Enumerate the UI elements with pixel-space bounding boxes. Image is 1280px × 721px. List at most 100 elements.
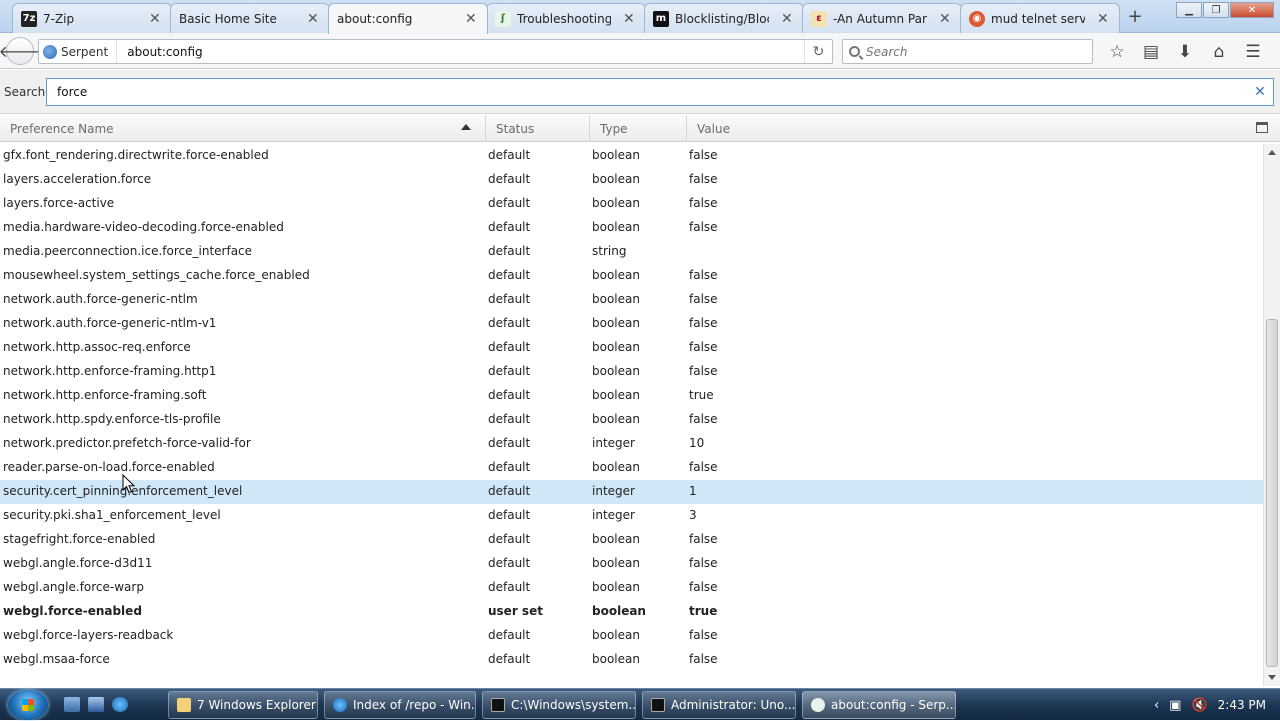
home-button[interactable]: ⌂	[1202, 39, 1236, 65]
tab-troubleshooting[interactable]: ʃ Troubleshooting I ✕	[486, 3, 646, 33]
web-search-input[interactable]	[866, 44, 1076, 59]
preference-name-cell: webgl.msaa-force	[3, 652, 110, 666]
bookmarks-list-icon: ▤	[1142, 42, 1160, 62]
preference-row[interactable]: webgl.force-enabled user set boolean true	[0, 600, 1263, 624]
new-tab-button[interactable]: +	[1124, 4, 1146, 28]
network-icon[interactable]: ▣	[1169, 698, 1181, 713]
tab-mud-telnet[interactable]: ◉ mud telnet server ✕	[960, 3, 1120, 33]
preference-row[interactable]: security.cert_pinning.enforcement_level d…	[0, 480, 1263, 504]
preference-row[interactable]: reader.parse-on-load.force-enabled defaul…	[0, 456, 1263, 480]
scrollbar-thumb[interactable]	[1266, 319, 1278, 667]
preference-type-cell: integer	[592, 436, 635, 450]
url-bar[interactable]: Serpent about:config ↻	[38, 39, 833, 64]
close-window-button[interactable]: ✕	[1230, 2, 1274, 18]
tab-autumn-para[interactable]: ε -An Autumn Para ✕	[802, 3, 962, 33]
preference-type-cell: boolean	[592, 364, 640, 378]
preference-row[interactable]: network.predictor.prefetch-force-valid-f…	[0, 432, 1263, 456]
maximize-button[interactable]: ❐	[1203, 2, 1229, 18]
clear-search-icon[interactable]: ✕	[1247, 84, 1273, 100]
preference-type-cell: integer	[592, 508, 635, 522]
taskbar-administrator[interactable]: Administrator: Uno...	[642, 691, 796, 719]
column-picker-icon[interactable]	[1256, 122, 1268, 133]
preference-status-cell: default	[488, 484, 531, 498]
vertical-scrollbar[interactable]	[1263, 144, 1280, 686]
taskbar-index-of-repo[interactable]: Index of /repo - Win...	[324, 691, 476, 719]
close-tab-icon[interactable]: ✕	[149, 11, 161, 27]
preference-row[interactable]: media.hardware-video-decoding.force-enab…	[0, 216, 1263, 240]
preference-type-cell: boolean	[592, 148, 640, 162]
close-tab-icon[interactable]: ✕	[465, 11, 477, 27]
volume-muted-icon[interactable]: 🔇	[1191, 698, 1207, 713]
preference-type-cell: boolean	[592, 580, 640, 594]
preference-row[interactable]: network.http.spdy.enforce-tls-profile def…	[0, 408, 1263, 432]
preference-row[interactable]: media.peerconnection.ice.force_interface…	[0, 240, 1263, 264]
taskbar-clock[interactable]: 2:43 PM	[1218, 698, 1266, 712]
preference-row[interactable]: network.http.assoc-req.enforce default boo…	[0, 336, 1263, 360]
hamburger-menu-icon: ☰	[1245, 42, 1261, 62]
scroll-down-icon[interactable]	[1268, 675, 1276, 680]
config-search-input[interactable]	[47, 85, 1247, 99]
preference-name-cell: media.hardware-video-decoding.force-enab…	[3, 220, 284, 234]
internet-explorer-icon[interactable]	[112, 697, 128, 712]
preference-status-cell: default	[488, 628, 531, 642]
reload-button[interactable]: ↻	[804, 40, 832, 63]
preference-name-cell: network.http.enforce-framing.soft	[3, 388, 207, 402]
close-tab-icon[interactable]: ✕	[623, 11, 635, 27]
preference-row[interactable]: network.http.enforce-framing.http1 defaul…	[0, 360, 1263, 384]
preference-row[interactable]: gfx.font_rendering.directwrite.force-ena…	[0, 144, 1263, 168]
taskbar-windows-explorer[interactable]: 7 Windows Explorer	[168, 691, 318, 719]
preference-value-cell: false	[689, 220, 718, 234]
switch-windows-icon[interactable]	[88, 697, 104, 712]
column-header-preference-name[interactable]: Preference Name	[0, 115, 486, 142]
preference-row[interactable]: network.auth.force-generic-ntlm default bo…	[0, 288, 1263, 312]
show-desktop-icon[interactable]	[64, 697, 80, 712]
tab-label: Troubleshooting I	[517, 11, 611, 26]
minimize-button[interactable]: ▁	[1176, 2, 1202, 18]
column-header-type[interactable]: Type	[590, 115, 687, 142]
preference-row[interactable]: stagefright.force-enabled default boolean f…	[0, 528, 1263, 552]
preference-name-cell: media.peerconnection.ice.force_interface	[3, 244, 253, 258]
preference-row[interactable]: network.auth.force-generic-ntlm-v1 defaul…	[0, 312, 1263, 336]
tab-basic-home-site[interactable]: Basic Home Site ✕	[170, 3, 330, 33]
preference-type-cell: boolean	[592, 292, 640, 306]
preference-row[interactable]: layers.acceleration.force default boolean f…	[0, 168, 1263, 192]
close-tab-icon[interactable]: ✕	[939, 11, 951, 27]
preference-row[interactable]: webgl.angle.force-d3d11 default boolean fal…	[0, 552, 1263, 576]
tab-about-config[interactable]: about:config ✕	[328, 3, 488, 34]
close-tab-icon[interactable]: ✕	[307, 11, 319, 27]
config-search-box[interactable]: ✕	[46, 78, 1274, 106]
search-bar[interactable]	[842, 39, 1093, 64]
site-identity-button[interactable]: Serpent	[39, 40, 118, 63]
preference-row[interactable]: mousewheel.system_settings_cache.force_e…	[0, 264, 1263, 288]
column-header-value[interactable]: Value	[687, 115, 1247, 142]
preference-row[interactable]: security.pki.sha1_enforcement_level defau…	[0, 504, 1263, 528]
menu-button[interactable]: ☰	[1236, 39, 1270, 65]
bookmark-star-button[interactable]: ☆	[1100, 39, 1134, 65]
downloads-button[interactable]: ⬇	[1168, 39, 1202, 65]
taskbar-cmd-system[interactable]: C:\Windows\system...	[482, 691, 636, 719]
preference-status-cell: default	[488, 172, 531, 186]
close-tab-icon[interactable]: ✕	[781, 11, 793, 27]
url-text[interactable]: about:config	[117, 45, 804, 59]
preference-row[interactable]: webgl.msaa-force default boolean false	[0, 648, 1263, 672]
preference-row[interactable]: webgl.force-layers-readback default boolea…	[0, 624, 1263, 648]
preference-row[interactable]: network.http.enforce-framing.soft default…	[0, 384, 1263, 408]
preference-type-cell: boolean	[592, 316, 640, 330]
column-header-status[interactable]: Status	[486, 115, 590, 142]
preference-type-cell: boolean	[592, 556, 640, 570]
tab-blocklisting[interactable]: m Blocklisting/Block ✕	[644, 3, 804, 33]
show-hidden-icons-chevron-icon[interactable]: ‹	[1154, 698, 1159, 713]
preference-status-cell: default	[488, 388, 531, 402]
taskbar-about-config[interactable]: about:config - Serp...	[802, 691, 956, 719]
reload-icon: ↻	[812, 43, 825, 60]
preference-value-cell: 10	[689, 436, 705, 450]
tab-7zip[interactable]: 7z 7-Zip ✕	[12, 3, 172, 33]
preference-value-cell: false	[689, 412, 718, 426]
preference-row[interactable]: layers.force-active default boolean false	[0, 192, 1263, 216]
close-tab-icon[interactable]: ✕	[1097, 11, 1109, 27]
start-button[interactable]	[8, 690, 48, 720]
back-button[interactable]: 🡐	[0, 37, 41, 65]
bookmarks-menu-button[interactable]: ▤	[1134, 39, 1168, 65]
scroll-up-icon[interactable]	[1268, 150, 1276, 155]
preference-row[interactable]: webgl.angle.force-warp default boolean fals…	[0, 576, 1263, 600]
